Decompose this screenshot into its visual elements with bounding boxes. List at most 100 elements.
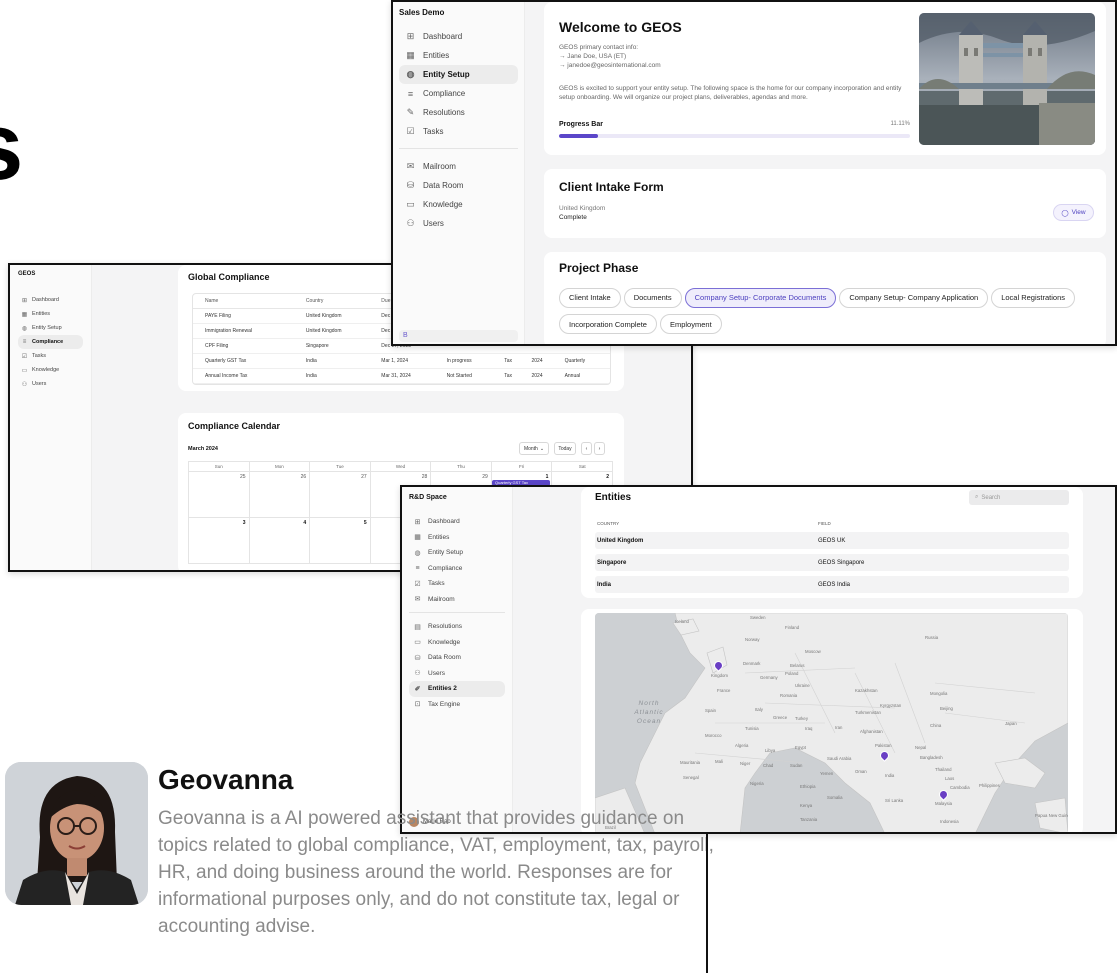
sidebar-item-data-room[interactable]: ⛁ Data Room: [399, 176, 518, 195]
entities-title: Entities: [595, 492, 632, 503]
building-icon: ▦: [406, 50, 415, 60]
phase-chip-company-setup-corporate-documents[interactable]: Company Setup- Corporate Documents: [684, 287, 837, 308]
table-row[interactable]: United Kingdom GEOS UK: [595, 532, 1069, 549]
sidebar-item-mailroom[interactable]: ✉ Mailroom: [409, 592, 505, 608]
sidebar-item-resolutions[interactable]: ✎ Resolutions: [399, 103, 518, 122]
sidebar-item-knowledge[interactable]: ▭ Knowledge: [18, 363, 83, 377]
weekday-header: Sat: [552, 462, 613, 472]
map-place-label: Morocco: [705, 733, 722, 738]
sidebar-item-label: Dashboard: [428, 518, 460, 526]
view-button[interactable]: ◯ View: [1053, 204, 1094, 221]
sidebar-item-entities[interactable]: ▦ Entities: [18, 307, 83, 321]
column-header-country: COUNTRY: [597, 521, 620, 526]
tower-bridge-image: [919, 13, 1095, 145]
phase-chip-documents[interactable]: Documents: [623, 287, 682, 308]
sidebar-item-label: Dashboard: [423, 32, 463, 41]
calendar-day[interactable]: 25: [189, 472, 250, 518]
table-cell: Tax: [500, 353, 528, 369]
progress-bar: [559, 134, 910, 138]
sidebar-item-data-room[interactable]: ⛁ Data Room: [409, 650, 505, 666]
weekday-header: Sun: [189, 462, 250, 472]
sidebar-item-label: Compliance: [32, 339, 64, 345]
sidebar-nav: ⊞ Dashboard ▦ Entities ◍ Entity Setup ≡ Complia…: [18, 293, 83, 391]
sidebar-item-dashboard[interactable]: ⊞ Dashboard: [18, 293, 83, 307]
sales-demo-window: Sales Demo ⊞ Dashboard ▦ Entities ◍ Entity Se…: [391, 0, 1117, 346]
phase-chip-client-intake[interactable]: Client Intake: [559, 287, 621, 308]
sidebar-item-tax-engine[interactable]: ⊡ Tax Engine: [409, 697, 505, 713]
sidebar-item-tasks[interactable]: ☑ Tasks: [399, 122, 518, 141]
sidebar-item-compliance[interactable]: ≡ Compliance: [18, 335, 83, 349]
map-place-label: Philippines: [979, 783, 1000, 788]
next-month-button[interactable]: ›: [594, 442, 605, 455]
phase-chip-local-registrations[interactable]: Local Registrations: [991, 287, 1075, 308]
sidebar-item-label: Entities: [428, 533, 450, 541]
map-place-label: Turkmenistan: [855, 710, 881, 715]
search-input[interactable]: ⌕ Search: [969, 490, 1069, 505]
sidebar-item-users[interactable]: ⚇ Users: [409, 666, 505, 682]
tax-engine-icon: ⊡: [414, 701, 421, 709]
mail-icon: ✉: [414, 596, 421, 604]
sidebar-item-dashboard[interactable]: ⊞ Dashboard: [409, 514, 505, 530]
map-place-label: Norway: [745, 637, 760, 642]
map-place-label: Mali: [715, 759, 723, 764]
sidebar-item-resolutions[interactable]: ▤ Resolutions: [409, 619, 505, 635]
map-place-label: Japan: [1005, 721, 1017, 726]
table-row[interactable]: Quarterly GST Tax India Mar 1, 2024 In prog…: [193, 353, 610, 369]
sidebar-item-knowledge[interactable]: ▭ Knowledge: [399, 195, 518, 214]
weekday-header: Wed: [370, 462, 432, 472]
calendar-day[interactable]: 27: [310, 472, 371, 518]
sidebar-item-entities[interactable]: ▦ Entities: [399, 46, 518, 65]
table-row[interactable]: Annual Income Tax India Mar 31, 2024 Not St…: [193, 368, 610, 384]
table-cell: United Kingdom: [301, 308, 378, 324]
table-cell: In progress: [442, 353, 501, 369]
map-place-label: Libya: [765, 748, 776, 753]
table-row[interactable]: Singapore GEOS Singapore: [595, 554, 1069, 571]
sidebar-item-compliance[interactable]: ≡ Compliance: [399, 84, 518, 103]
sidebar-item-tasks[interactable]: ☑ Tasks: [409, 576, 505, 592]
project-phase-card: Project Phase Client Intake Documents Comp…: [544, 252, 1106, 344]
phase-chip-incorporation-complete[interactable]: Incorporation Complete: [559, 314, 657, 334]
phase-chip-employment[interactable]: Employment: [659, 314, 722, 334]
map-place-label: Kenya: [800, 803, 813, 808]
user-footer[interactable]: B: [399, 330, 518, 342]
sidebar-item-compliance[interactable]: ≡ Compliance: [409, 561, 505, 577]
sidebar-item-mailroom[interactable]: ✉ Mailroom: [399, 157, 518, 176]
prev-month-button[interactable]: ‹: [581, 442, 592, 455]
map-place-label: Thailand: [935, 767, 952, 772]
sidebar-item-knowledge[interactable]: ▭ Knowledge: [409, 635, 505, 651]
today-button[interactable]: Today: [554, 442, 576, 455]
map-place-label: Moscow: [805, 649, 821, 654]
sidebar-item-entities[interactable]: ▦ Entities: [409, 530, 505, 546]
map-place-label: Afghanistan: [860, 729, 883, 734]
search-placeholder: Search: [981, 494, 1001, 501]
progress-value: 11.11%: [890, 121, 910, 127]
table-row[interactable]: India GEOS India: [595, 576, 1069, 593]
globe-icon: ◍: [414, 549, 421, 557]
sidebar-item-label: Tasks: [32, 353, 47, 359]
globe-icon: ◍: [406, 69, 415, 79]
calendar-day[interactable]: 26: [249, 472, 311, 518]
users-icon: ⚇: [21, 381, 28, 388]
avatar: B: [403, 332, 408, 339]
sidebar-item-dashboard[interactable]: ⊞ Dashboard: [399, 27, 518, 46]
table-cell: Singapore: [301, 338, 378, 354]
sidebar-item-entity-setup[interactable]: ◍ Entity Setup: [399, 65, 518, 84]
calendar-day[interactable]: 3: [189, 518, 250, 564]
map-place-label: Cambodia: [950, 785, 970, 790]
calendar-day[interactable]: 4: [249, 518, 311, 564]
phase-chip-company-setup-company-application[interactable]: Company Setup- Company Application: [839, 287, 989, 308]
sidebar-item-entities-2[interactable]: ✐ Entities 2: [409, 681, 505, 697]
sidebar-item-tasks[interactable]: ☑ Tasks: [18, 349, 83, 363]
map-place-label: Greece: [773, 715, 788, 720]
map-place-label: Egypt: [795, 745, 806, 750]
database-icon: ⛁: [406, 180, 415, 190]
map-place-label: Iran: [835, 725, 843, 730]
sidebar-item-entity-setup[interactable]: ◍ Entity Setup: [409, 545, 505, 561]
calendar-day[interactable]: 5: [310, 518, 371, 564]
sidebar-item-users[interactable]: ⚇ Users: [18, 377, 83, 391]
sidebar-item-users[interactable]: ⚇ Users: [399, 214, 518, 233]
sidebar-item-entity-setup[interactable]: ◍ Entity Setup: [18, 321, 83, 335]
view-select[interactable]: Month ⌄: [519, 442, 549, 455]
map-place-label: Finland: [785, 625, 800, 630]
map-place-label: Romania: [780, 693, 798, 698]
